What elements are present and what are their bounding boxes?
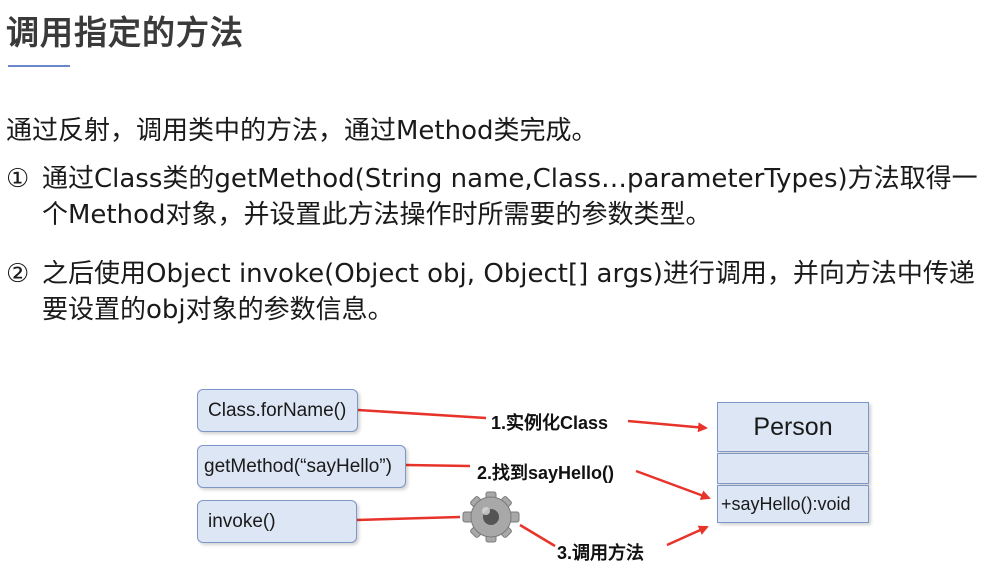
- person-class-name: Person: [717, 402, 869, 452]
- step-1: ① 通过Class类的getMethod(String name,Class…p…: [6, 161, 996, 233]
- person-method: +sayHello():void: [717, 485, 869, 523]
- title-underline: [8, 65, 70, 67]
- person-class-box: Person +sayHello():void: [717, 402, 869, 524]
- arrow-2: [405, 463, 471, 468]
- page-title: 调用指定的方法: [6, 13, 244, 52]
- arrow-3c: [666, 525, 709, 547]
- person-attributes: [717, 453, 869, 484]
- arrow-3b: [519, 523, 556, 548]
- arrow-label-2: 2.找到sayHello(): [477, 463, 615, 483]
- step-1-number: ①: [6, 164, 30, 194]
- arrow-label-1: 1.实例化Class: [491, 413, 609, 433]
- class-forname-box: Class.forName(): [197, 389, 358, 432]
- step-2-number: ②: [6, 259, 30, 289]
- arrow-1b: [627, 419, 708, 433]
- arrow-3: [356, 515, 461, 522]
- arrow-1: [357, 408, 487, 420]
- invoke-box: invoke(): [197, 500, 357, 543]
- arrow-2b: [635, 469, 711, 500]
- gear-icon: [462, 491, 520, 543]
- step-2: ② 之后使用Object invoke(Object obj, Object[]…: [6, 256, 996, 328]
- step-1-text: 通过Class类的getMethod(String name,Class…par…: [42, 164, 978, 230]
- step-2-text: 之后使用Object invoke(Object obj, Object[] a…: [42, 259, 975, 325]
- arrow-label-3: 3.调用方法: [557, 543, 645, 563]
- getmethod-box: getMethod(“sayHello”): [197, 445, 406, 488]
- intro-text: 通过反射，调用类中的方法，通过Method类完成。: [6, 116, 598, 146]
